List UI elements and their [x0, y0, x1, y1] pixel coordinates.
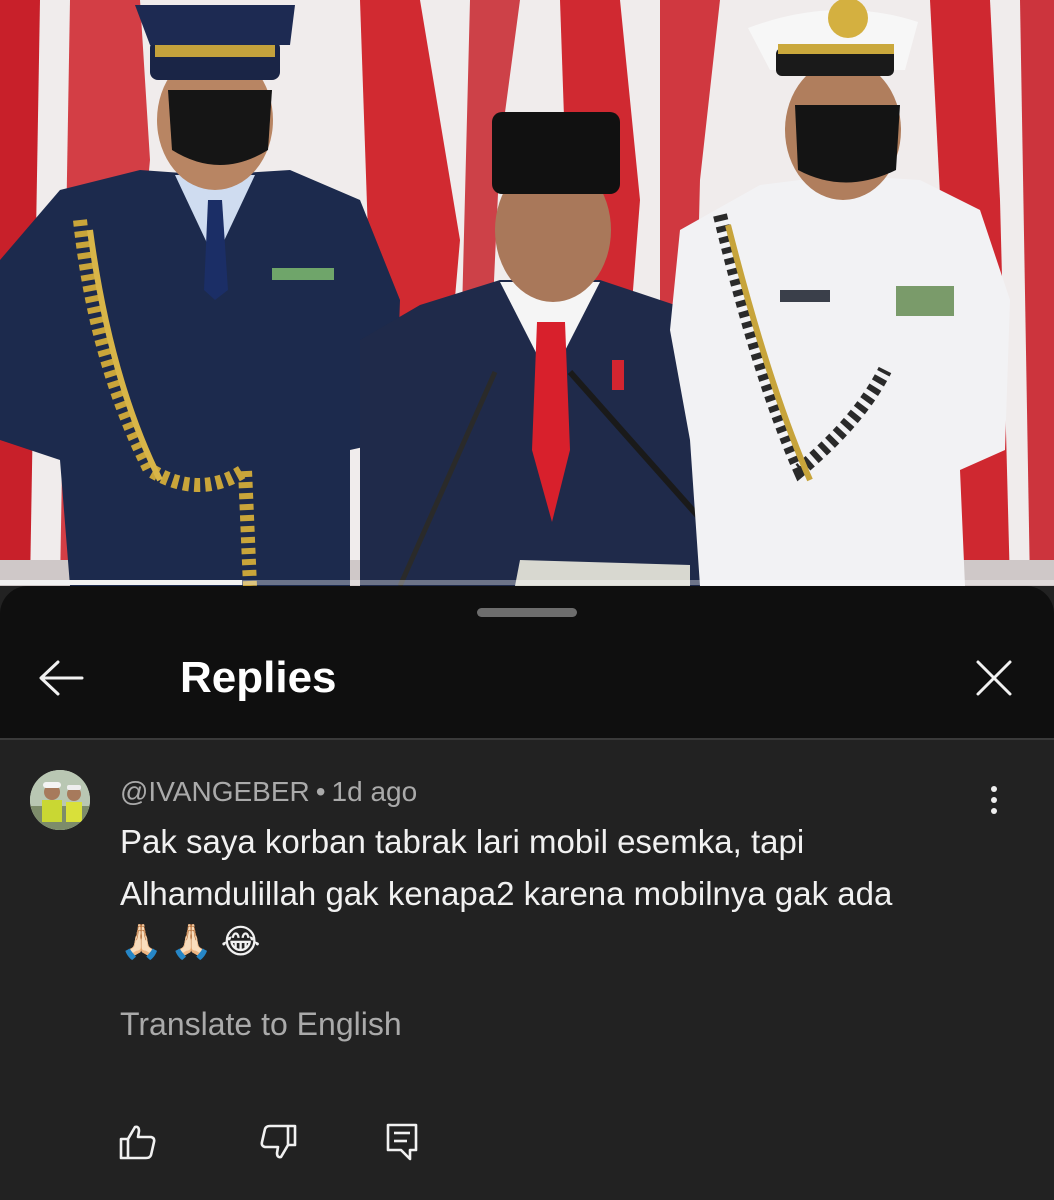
close-icon: [976, 660, 1012, 696]
sheet-header: Replies: [0, 586, 1054, 738]
comment-author[interactable]: @IVANGEBER: [120, 776, 310, 807]
folded-hands-emoji: 🙏🏻: [120, 922, 163, 962]
thumbs-down-icon: [260, 1124, 297, 1159]
sheet-title: Replies: [180, 653, 337, 702]
dislike-button[interactable]: [248, 1112, 308, 1172]
reply-button[interactable]: [372, 1112, 432, 1172]
like-button[interactable]: [108, 1112, 168, 1172]
video-frame: [0, 0, 1054, 586]
drag-handle[interactable]: [477, 608, 577, 617]
close-button[interactable]: [966, 652, 1022, 704]
avatar[interactable]: [30, 770, 90, 830]
more-vertical-icon-dot: [991, 797, 997, 803]
more-vertical-icon-dot: [991, 808, 997, 814]
folded-hands-emoji: 🙏🏻: [170, 922, 213, 962]
header-divider: [0, 738, 1054, 740]
comment-emojis: 🙏🏻 🙏🏻 😂: [120, 918, 260, 966]
comment-text: Pak saya korban tabrak lari mobil esemka…: [120, 823, 893, 912]
laughing-tears-emoji: 😂: [220, 922, 261, 962]
meta-separator: •: [315, 776, 326, 807]
comment-actions: [0, 1112, 1054, 1172]
thumbs-up-icon: [119, 1125, 156, 1160]
back-button[interactable]: [30, 652, 92, 704]
more-vertical-icon: [991, 786, 997, 792]
translate-link[interactable]: Translate to English: [120, 1004, 402, 1044]
comment-meta: @IVANGEBER • 1d ago: [120, 774, 417, 810]
comment-time: 1d ago: [331, 776, 418, 807]
avatar-image: [30, 770, 90, 830]
arrow-left-icon: [39, 660, 84, 696]
reply-comment-icon: [386, 1123, 418, 1161]
video-progress-fill: [0, 580, 243, 585]
video-player[interactable]: [0, 0, 1054, 586]
video-progress-bar[interactable]: [0, 580, 1054, 585]
